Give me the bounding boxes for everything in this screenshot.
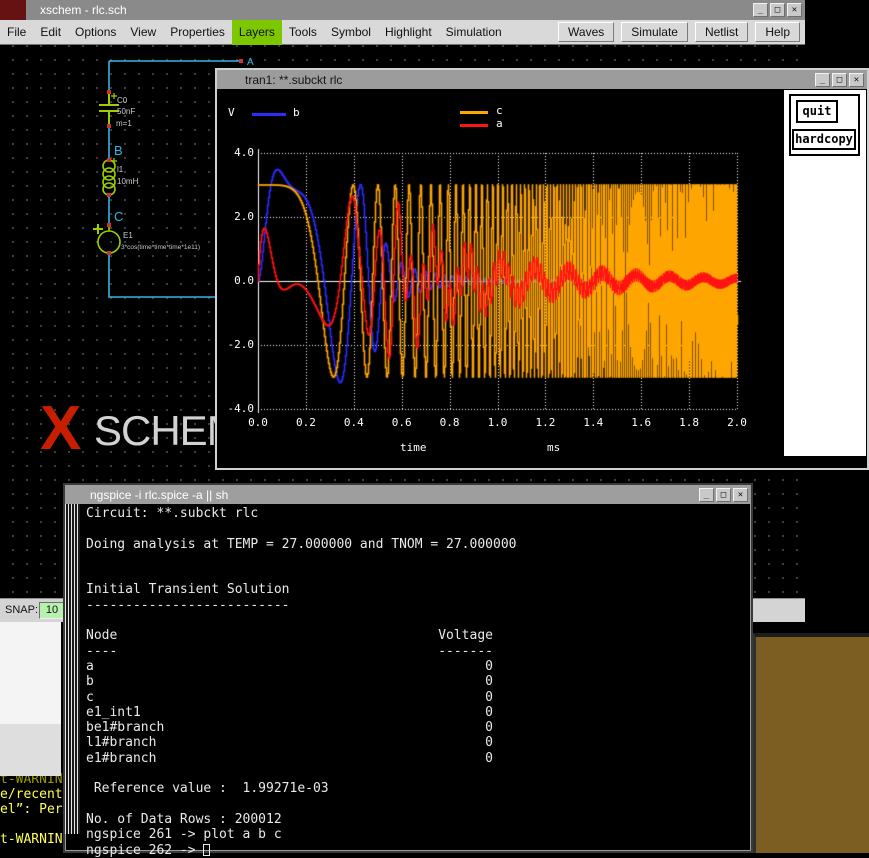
source-value: 3*cos(time*time*time*1e11) [121,244,200,251]
plot-window: tran1: **.subckt rlc _ □ ✕ Vb ca 4.0 2.0 0.0… [215,68,869,470]
menu-item-edit[interactable]: Edit [33,20,68,45]
menu-item-layers[interactable]: Layers [232,20,282,45]
menu-item-tools[interactable]: Tools [282,20,324,45]
xschem-logo-x: X [40,394,81,463]
inductor-ref: l1 [117,165,124,174]
background-terminal-warnings: t-WARNINGe/recentlyel”: Perm t-WARNING [0,772,62,853]
xschem-menubar: FileEditOptionsViewPropertiesLayersTools… [0,20,805,45]
x-tick-0.6: 0.6 [385,416,419,429]
legend-label-c: c [496,104,503,117]
menu-item-highlight[interactable]: Highlight [378,20,439,45]
net-label-b[interactable]: B [114,143,123,158]
plot-window-titlebar[interactable]: tran1: **.subckt rlc _ □ ✕ [217,70,867,89]
netlist-button[interactable]: Netlist [695,22,748,42]
legend-label-a: a [496,117,503,130]
plot-window-title: tran1: **.subckt rlc [245,73,342,87]
net-label-c[interactable]: C [114,209,123,224]
terminal-title: ngspice -i rlc.spice -a || sh [90,488,228,502]
inductor-symbol[interactable] [103,160,115,195]
terminal-scrollbar[interactable] [65,504,80,834]
capacitor-mult: m=1 [116,119,132,128]
y-tick--4.0: -4.0 [220,402,254,415]
xschem-window-title: xschem - rlc.sch [40,3,127,17]
legend-line-c [460,111,488,114]
x-tick-1.8: 1.8 [672,416,706,429]
y-tick-4.0: 4.0 [220,146,254,159]
terminal-cursor [203,844,210,856]
quit-button[interactable]: quit [796,100,838,123]
menu-item-options[interactable]: Options [68,20,123,45]
snap-label: SNAP: [5,604,38,616]
y-tick-0.0: 0.0 [220,274,254,287]
x-tick-2.0: 2.0 [720,416,754,429]
legend-label-b: b [293,106,300,119]
toolbar-buttons: Waves Simulate Netlist Help [558,22,805,42]
source-ref: E1 [123,231,133,240]
menu-item-simulation[interactable]: Simulation [439,20,509,45]
x-tick-1.6: 1.6 [624,416,658,429]
minimize-icon[interactable]: _ [753,3,768,17]
y-tick-2.0: 2.0 [220,210,254,223]
waveform-plot [217,89,784,468]
voltage-source-symbol[interactable] [93,224,120,253]
background-white-window [0,622,61,776]
help-button[interactable]: Help [755,22,800,42]
close-icon[interactable]: ✕ [787,3,802,17]
plot-control-panel: quit hardcopy [784,90,866,456]
legend-line-b [252,113,286,116]
hardcopy-button[interactable]: hardcopy [792,129,856,150]
x-tick-0.0: 0.0 [241,416,275,429]
capacitor-value: 50nF [117,107,135,116]
x-axis-title: time [400,441,427,454]
y-axis-label: V [228,106,235,119]
menu-item-properties[interactable]: Properties [163,20,232,45]
menu-items: FileEditOptionsViewPropertiesLayersTools… [0,20,509,44]
close-icon[interactable]: ✕ [849,73,864,87]
warning-line [0,817,62,832]
snap-input[interactable]: 10 [39,602,65,619]
terminal-window: ngspice -i rlc.spice -a || sh _ □ ✕ Circ… [63,483,753,853]
menu-item-view[interactable]: View [123,20,163,45]
plot-body: Vbca4.02.00.0-2.0-4.00.00.20.40.60.81.01… [217,89,867,468]
background-white-window-strip [0,724,61,776]
x-tick-0.2: 0.2 [289,416,323,429]
waves-button[interactable]: Waves [558,22,614,42]
minimize-icon[interactable]: _ [815,73,830,87]
xschem-titlebar[interactable]: xschem - rlc.sch _ □ ✕ [0,0,805,20]
net-label-a[interactable]: A [247,57,254,68]
xschem-window-icon [0,0,26,20]
simulate-button[interactable]: Simulate [621,22,688,42]
maximize-icon[interactable]: □ [716,488,731,502]
minimize-icon[interactable]: _ [699,488,714,502]
background-olive-window [753,633,869,853]
x-tick-1.0: 1.0 [481,416,515,429]
x-tick-1.4: 1.4 [576,416,610,429]
terminal-output[interactable]: Circuit: **.subckt rlc Doing analysis at… [86,506,516,858]
legend-line-a [460,124,488,127]
terminal-titlebar[interactable]: ngspice -i rlc.spice -a || sh _ □ ✕ [65,485,751,504]
menu-item-file[interactable]: File [0,20,33,45]
capacitor-ref: C0 [117,96,128,105]
inductor-value: 10mH [117,177,139,186]
close-icon[interactable]: ✕ [733,488,748,502]
warning-line: el”: Perm [0,802,62,817]
warning-line: e/recently [0,787,62,802]
x-tick-0.4: 0.4 [337,416,371,429]
menu-item-symbol[interactable]: Symbol [324,20,378,45]
warning-line: t-WARNING [0,832,62,847]
x-tick-0.8: 0.8 [433,416,467,429]
maximize-icon[interactable]: □ [832,73,847,87]
x-tick-1.2: 1.2 [528,416,562,429]
x-axis-unit: ms [547,441,560,454]
maximize-icon[interactable]: □ [770,3,785,17]
y-tick--2.0: -2.0 [220,338,254,351]
